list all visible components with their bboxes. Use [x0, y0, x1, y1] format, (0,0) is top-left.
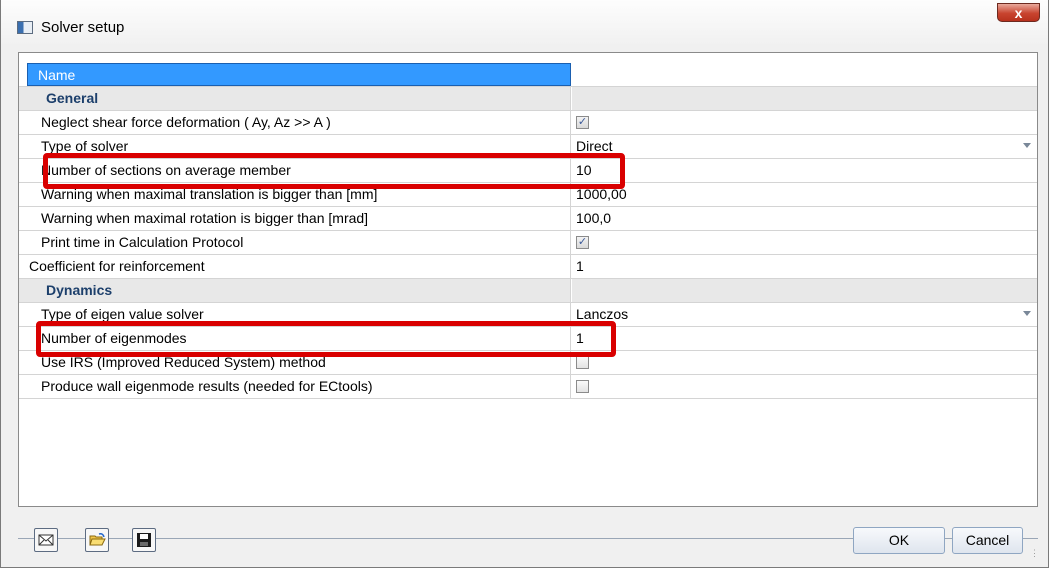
- cancel-button[interactable]: Cancel: [952, 527, 1023, 554]
- property-value-field[interactable]: 1: [572, 327, 1037, 350]
- chevron-down-icon[interactable]: [1023, 143, 1031, 148]
- category-label: Dynamics: [19, 279, 571, 302]
- grid-header-row: Name: [19, 63, 1037, 87]
- property-dropdown[interactable]: Lanczos: [572, 303, 1037, 326]
- property-label: Type of solver: [19, 135, 571, 158]
- ok-button[interactable]: OK: [853, 527, 945, 554]
- close-icon: x: [1014, 5, 1023, 21]
- property-label: Warning when maximal rotation is bigger …: [19, 207, 571, 230]
- floppy-disk-icon: [137, 533, 151, 547]
- property-dropdown[interactable]: Direct: [572, 135, 1037, 158]
- property-label: Use IRS (Improved Reduced System) method: [19, 351, 571, 374]
- property-value-field[interactable]: 1: [572, 255, 1037, 278]
- property-row[interactable]: Use IRS (Improved Reduced System) method: [19, 351, 1037, 375]
- property-row[interactable]: Print time in Calculation Protocol ✓: [19, 231, 1037, 255]
- property-row[interactable]: Produce wall eigenmode results (needed f…: [19, 375, 1037, 399]
- title-bar[interactable]: Solver setup x: [1, 0, 1048, 44]
- property-label: Print time in Calculation Protocol: [19, 231, 571, 254]
- category-row[interactable]: −General: [19, 87, 1037, 111]
- default-settings-button[interactable]: [34, 528, 58, 552]
- property-label: Neglect shear force deformation ( Ay, Az…: [19, 111, 571, 134]
- property-value-field[interactable]: 1000,00: [572, 183, 1037, 206]
- property-row[interactable]: Type of eigen value solver Lanczos: [19, 303, 1037, 327]
- solver-setup-dialog: Solver setup x Name−GeneralNeglect shear…: [0, 0, 1049, 568]
- property-row[interactable]: Type of solver Direct: [19, 135, 1037, 159]
- property-label: Number of sections on average member: [19, 159, 571, 182]
- checkbox-checked-icon[interactable]: ✓: [576, 236, 589, 249]
- property-row[interactable]: Coefficient for reinforcement 1: [19, 255, 1037, 279]
- category-label: General: [19, 87, 571, 110]
- window-icon: [17, 21, 33, 34]
- property-checkbox-cell[interactable]: [572, 351, 1037, 374]
- property-label: Number of eigenmodes: [19, 327, 571, 350]
- property-row[interactable]: Warning when maximal translation is bigg…: [19, 183, 1037, 207]
- dropdown-value: Lanczos: [576, 306, 629, 322]
- open-button[interactable]: [85, 528, 109, 552]
- checkbox-unchecked-icon[interactable]: [576, 380, 589, 393]
- property-grid: Name−GeneralNeglect shear force deformat…: [18, 52, 1038, 507]
- property-label: Warning when maximal translation is bigg…: [19, 183, 571, 206]
- property-label: Coefficient for reinforcement: [19, 255, 571, 278]
- checkbox-checked-icon[interactable]: ✓: [576, 116, 589, 129]
- property-checkbox-cell[interactable]: [572, 375, 1037, 398]
- property-checkbox-cell[interactable]: ✓: [572, 231, 1037, 254]
- property-label: Type of eigen value solver: [19, 303, 571, 326]
- property-row[interactable]: Warning when maximal rotation is bigger …: [19, 207, 1037, 231]
- property-row[interactable]: Number of eigenmodes 1: [19, 327, 1037, 351]
- category-row[interactable]: −Dynamics: [19, 279, 1037, 303]
- envelope-icon: [38, 534, 54, 546]
- resize-grip[interactable]: ⋮: [1030, 549, 1042, 563]
- save-button[interactable]: [132, 528, 156, 552]
- folder-open-icon: [88, 533, 106, 546]
- chevron-down-icon[interactable]: [1023, 311, 1031, 316]
- window-title: Solver setup: [41, 19, 125, 36]
- property-label: Produce wall eigenmode results (needed f…: [19, 375, 571, 398]
- property-checkbox-cell[interactable]: ✓: [572, 111, 1037, 134]
- close-button[interactable]: x: [997, 3, 1040, 22]
- grid-header-value: [572, 63, 1037, 86]
- grid-header-name: Name: [27, 63, 571, 86]
- property-row[interactable]: Neglect shear force deformation ( Ay, Az…: [19, 111, 1037, 135]
- category-value: [572, 87, 1037, 110]
- dropdown-value: Direct: [576, 138, 613, 154]
- property-value-field[interactable]: 100,0: [572, 207, 1037, 230]
- category-value: [572, 279, 1037, 302]
- checkbox-unchecked-icon[interactable]: [576, 356, 589, 369]
- property-value-field[interactable]: 10: [572, 159, 1037, 182]
- property-row[interactable]: Number of sections on average member 10: [19, 159, 1037, 183]
